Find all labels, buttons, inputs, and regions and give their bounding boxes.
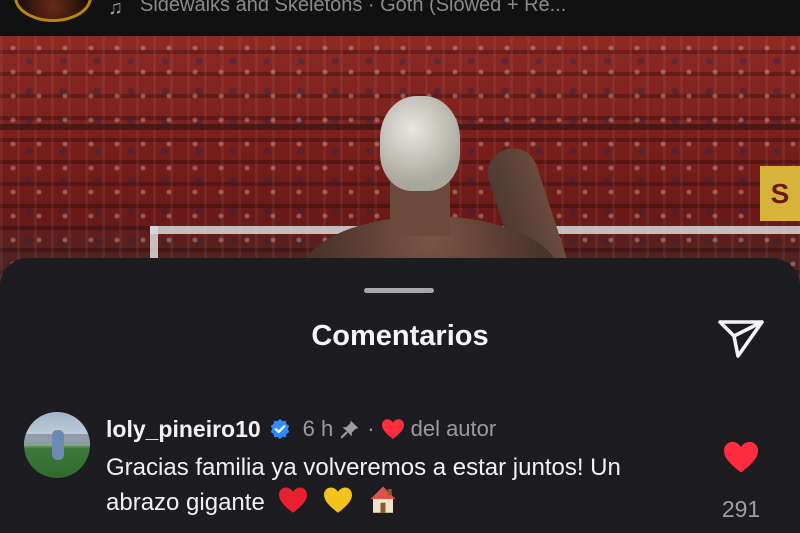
pin-icon	[340, 420, 359, 439]
like-count[interactable]: 291	[700, 496, 782, 523]
red-heart-emoji-icon	[279, 487, 308, 513]
comment-body: Gracias familia ya volveremos a estar ju…	[106, 454, 621, 516]
drag-handle[interactable]	[364, 288, 434, 293]
verified-badge-icon	[270, 418, 289, 440]
send-icon[interactable]	[716, 316, 766, 360]
audio-bar[interactable]: ♫ Sidewalks and Skeletons · Goth (Slowed…	[0, 0, 800, 36]
post-media[interactable]: S	[0, 36, 800, 296]
sheet-title: Comentarios	[311, 320, 489, 352]
commenter-avatar[interactable]	[24, 412, 90, 478]
house-emoji-icon	[370, 486, 396, 513]
profile-avatar[interactable]	[14, 0, 92, 22]
comment-text: Gracias familia ya volveremos a estar ju…	[106, 452, 646, 519]
like-heart-icon[interactable]	[722, 440, 760, 474]
commenter-username[interactable]: loly_pineiro10	[106, 416, 261, 443]
audio-track-text[interactable]: Sidewalks and Skeletons · Goth (Slowed +…	[140, 0, 566, 17]
music-note-icon: ♫	[108, 0, 123, 19]
comment-header: loly_pineiro10 6 h · del autor	[106, 414, 496, 444]
comment-timestamp: 6 h	[302, 416, 334, 441]
liked-by-author-label: del autor	[410, 416, 497, 441]
comment-item: loly_pineiro10 6 h · del autor Gracias f…	[0, 408, 800, 533]
comments-sheet: Comentarios loly_pineiro10 6 h · del aut…	[0, 258, 800, 533]
player-head	[380, 96, 460, 191]
avatar-figure	[52, 430, 64, 460]
separator-dot: ·	[367, 416, 375, 441]
stadium-banner: S	[760, 166, 800, 221]
liked-by-author-heart-icon	[381, 419, 404, 439]
yellow-heart-emoji-icon	[324, 487, 353, 513]
